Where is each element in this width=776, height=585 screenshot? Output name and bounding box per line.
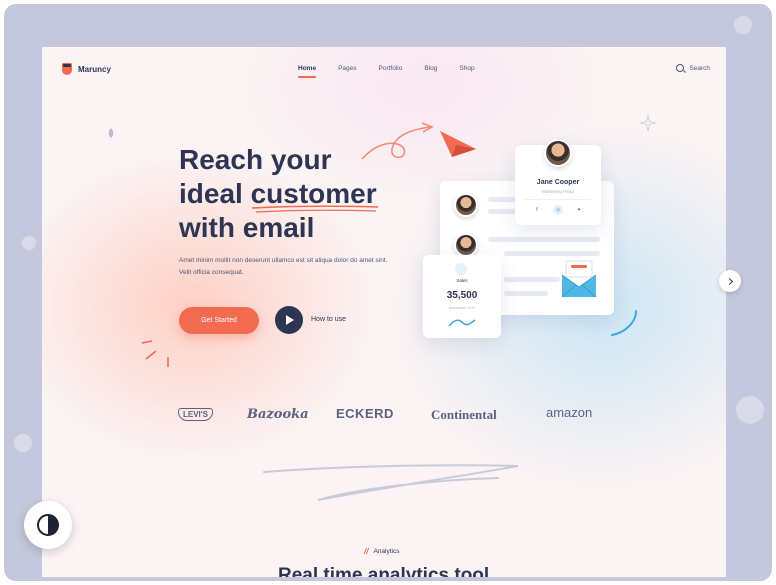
partner-logos: LEVI'S Bazooka ECKERD Continental amazon [178,405,608,429]
play-icon [286,315,294,325]
brand-logo-icon [62,63,72,75]
sales-chart-icon [455,263,467,275]
title-underline-decoration [251,205,379,213]
main-nav: Home Pages Portfolio Blog Shop [298,65,475,78]
nav-item-portfolio[interactable]: Portfolio [379,65,403,72]
profile-role: Marketing Head [542,189,574,194]
sales-value: 35,500 [446,290,478,301]
hero-title: Reach your ideal customer with email [179,143,419,245]
decor-bubble [14,434,32,452]
leaf-decoration-icon [108,128,114,138]
twitter-icon[interactable]: ✦ [574,205,584,215]
avatar [454,233,478,257]
play-video-button[interactable] [275,306,303,334]
arc-decoration-icon [611,310,637,336]
decor-bubble [734,16,752,34]
bazooka-logo: Bazooka [247,407,309,422]
profile-card: Jane Cooper Marketing Head f ◎ ✦ [515,139,601,225]
sparkle-icon [640,115,656,131]
continental-logo: Continental [431,407,497,422]
how-to-use-link[interactable]: How to use [311,316,346,323]
contrast-icon [37,514,59,536]
envelope-icon [561,260,597,298]
scribble-decoration [263,464,519,501]
hero-title-line: Reach your [179,144,332,175]
search-button[interactable]: Search [676,64,710,72]
analytics-tag: // Analytics [364,547,399,556]
next-slide-button[interactable] [719,270,741,292]
decor-bubble [736,396,764,424]
sales-sublabel: Increased 11% [448,305,476,310]
nav-item-shop[interactable]: Shop [459,65,474,72]
section-title: Real time analytics tool [278,565,490,577]
facebook-icon[interactable]: f [532,205,542,215]
avatar [544,139,572,167]
theme-toggle-button[interactable] [24,501,72,549]
placeholder-line [504,251,600,256]
levis-logo: LEVI'S [178,408,214,421]
profile-name: Jane Cooper [536,179,580,186]
nav-item-home[interactable]: Home [298,65,317,78]
sales-label: Sales [456,278,468,283]
placeholder-line [504,277,560,282]
landing-page-preview: Maruncy Home Pages Portfolio Blog Shop S… [42,47,726,577]
nav-item-pages[interactable]: Pages [338,65,356,72]
trend-line-icon [448,319,476,327]
brand-name: Maruncy [78,64,111,74]
brand[interactable]: Maruncy [62,63,111,75]
chevron-right-icon [725,277,733,285]
divider [525,199,591,200]
decor-bubble [22,236,36,250]
slash-icon: // [364,547,369,556]
hero-title-line: with email [179,212,315,243]
placeholder-line [488,237,600,242]
analytics-tag-label: Analytics [373,548,400,555]
get-started-button[interactable]: Get Started [179,307,259,334]
amazon-logo: amazon [546,405,593,420]
placeholder-line [504,291,548,296]
eckerd-logo: ECKERD [336,406,394,421]
search-icon [676,64,685,72]
avatar [454,193,478,217]
search-label: Search [689,64,710,72]
instagram-icon[interactable]: ◎ [553,205,563,215]
sales-card: Sales 35,500 Increased 11% [423,255,501,338]
hero-description: Amet minim mollit non deserunt ullamco e… [179,257,388,276]
burst-lines-icon [141,340,169,367]
nav-item-blog[interactable]: Blog [424,65,437,72]
